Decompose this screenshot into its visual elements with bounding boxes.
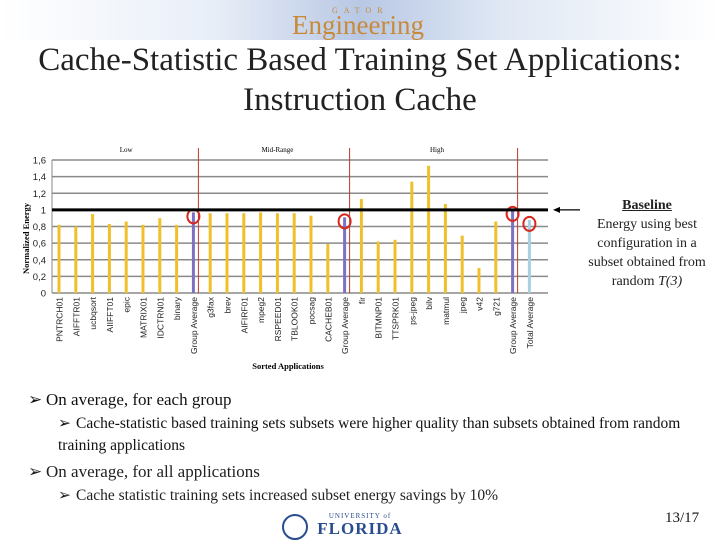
x-tick-label: Total Average — [525, 297, 535, 349]
bullet-1: ➢ On average, for each group — [28, 390, 232, 409]
x-tick-label: Group Average — [189, 297, 199, 354]
y-tick-label: 1 — [41, 205, 46, 216]
x-tick-label: mpeg2 — [256, 297, 266, 323]
y-tick-label: 0,6 — [33, 239, 46, 250]
x-tick-label: TTSPRK01 — [391, 297, 401, 340]
app-bar — [326, 243, 330, 293]
x-tick-label: AIIFFT01 — [105, 297, 115, 333]
app-bar — [225, 213, 229, 293]
app-bar — [460, 235, 464, 293]
x-tick-label: v42 — [475, 297, 485, 311]
app-bar — [427, 165, 431, 293]
app-bar — [477, 268, 481, 293]
x-tick-label: fir — [357, 297, 367, 304]
x-tick-label: g721 — [491, 297, 501, 316]
baseline-heading: Baseline — [622, 198, 672, 213]
baseline-ref: T(3) — [658, 274, 683, 289]
x-tick-label: RSPEED01 — [273, 297, 283, 342]
x-tick-label: ps-jpeg — [407, 297, 417, 325]
app-bar — [292, 213, 296, 293]
x-tick-label: MATRIX01 — [139, 297, 149, 338]
uf-seal-icon — [282, 514, 308, 540]
app-bar — [124, 221, 128, 293]
app-bar — [393, 239, 397, 293]
sub-bullet-1: ➢ Cache-statistic based training sets sub… — [58, 415, 681, 454]
sub-bullet-2: ➢ Cache statistic training sets increased… — [58, 487, 498, 504]
app-bar — [107, 224, 111, 293]
x-tick-label: jpeg — [458, 297, 468, 314]
group-label: Mid-Range — [261, 146, 293, 154]
x-tick-label: bilv — [424, 296, 434, 310]
x-tick-label: Group Average — [508, 297, 518, 354]
app-bar — [141, 224, 145, 293]
x-tick-label: AIFIRF01 — [239, 297, 249, 334]
y-tick-label: 0 — [41, 289, 46, 300]
group-average-bar — [511, 209, 515, 293]
y-tick-label: 0,2 — [33, 272, 46, 283]
x-tick-label: Group Average — [340, 297, 350, 354]
bullet-2: ➢ On average, for all applications — [28, 462, 260, 481]
x-tick-label: TBLOOK01 — [290, 297, 300, 341]
x-tick-label: matmul — [441, 297, 451, 325]
page-number: 13/17 — [665, 510, 700, 526]
arrow-bullet-icon: ➢ — [58, 415, 71, 432]
y-tick-label: 1,2 — [33, 189, 46, 200]
app-bar — [91, 214, 95, 293]
app-bar — [359, 199, 363, 293]
x-tick-label: CACHEB01 — [323, 297, 333, 342]
x-tick-label: PNTRCH01 — [55, 297, 65, 342]
y-tick-label: 0,8 — [33, 222, 46, 233]
x-axis-label: Sorted Applications — [252, 361, 324, 371]
x-tick-label: epic — [122, 296, 132, 312]
group-label: High — [430, 146, 445, 154]
x-tick-label: AIFFTR01 — [71, 297, 81, 336]
x-tick-label: BITMNP01 — [374, 297, 384, 339]
app-bar — [410, 181, 414, 293]
x-tick-label: brev — [223, 296, 233, 313]
y-axis-label: Normalized Energy — [21, 202, 31, 274]
app-bar — [259, 212, 263, 293]
app-bar — [158, 218, 162, 293]
y-tick-label: 1,4 — [33, 172, 46, 183]
app-bar — [175, 224, 179, 293]
app-bar — [275, 213, 279, 293]
app-bar — [309, 215, 313, 293]
app-bar — [208, 213, 212, 293]
uf-logo: UNIVERSITY of FLORIDA — [282, 512, 420, 540]
x-tick-label: pocsag — [307, 297, 317, 325]
arrow-bullet-icon: ➢ — [58, 487, 71, 504]
x-tick-label: ucbqsort — [88, 296, 98, 329]
y-tick-label: 0,4 — [33, 255, 46, 266]
arrow-bullet-icon: ➢ — [28, 390, 43, 409]
group-average-bar — [191, 212, 195, 293]
baseline-note: Baseline Energy using best configuration… — [582, 196, 712, 291]
app-bar — [376, 241, 380, 293]
arrow-head-icon — [553, 206, 560, 213]
x-tick-label: IDCTRN01 — [155, 297, 165, 339]
app-bar — [443, 204, 447, 293]
arrow-bullet-icon: ➢ — [28, 462, 43, 481]
y-tick-label: 1,6 — [33, 156, 46, 167]
x-tick-label: g3fax — [206, 296, 216, 318]
group-label: Low — [120, 146, 134, 154]
baseline-text: Energy using best configuration in a sub… — [588, 217, 706, 289]
app-bar — [74, 226, 78, 293]
x-tick-label: binary — [172, 296, 182, 320]
app-bar — [242, 213, 246, 293]
app-bar — [494, 221, 498, 293]
app-bar — [57, 224, 61, 293]
